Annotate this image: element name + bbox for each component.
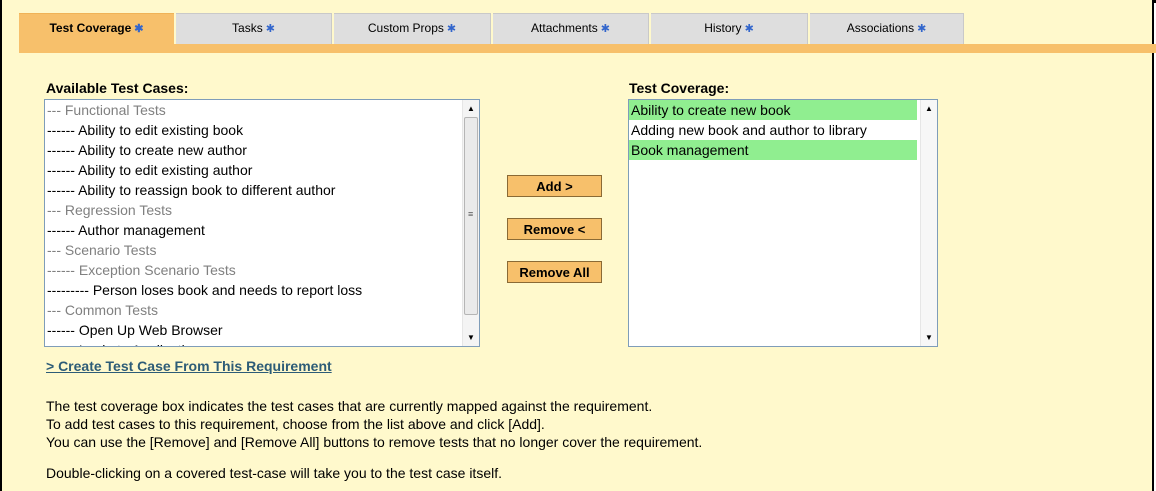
- scrollbar[interactable]: ▲ ▼: [920, 100, 937, 346]
- list-option[interactable]: Book management: [629, 140, 917, 160]
- available-options: --- Functional Tests ------ Ability to ed…: [45, 100, 479, 346]
- star-icon: ✱: [917, 23, 927, 35]
- list-option[interactable]: --------- Person loses book and needs to…: [45, 280, 479, 300]
- available-test-cases-list[interactable]: --- Functional Tests ------ Ability to ed…: [44, 99, 480, 347]
- scroll-up-arrow-icon[interactable]: ▲: [463, 100, 479, 117]
- star-icon: ✱: [134, 23, 144, 35]
- list-option[interactable]: ------ Ability to reassign book to diffe…: [45, 180, 479, 200]
- list-option[interactable]: ------ Ability to edit existing book: [45, 120, 479, 140]
- scroll-down-arrow-icon[interactable]: ▼: [463, 329, 479, 346]
- star-icon: ✱: [600, 23, 610, 35]
- list-option[interactable]: --- Functional Tests: [45, 100, 479, 120]
- tab-label: Test Coverage: [49, 21, 132, 35]
- list-option[interactable]: ------ Login to Application: [45, 340, 479, 346]
- tab-bar-underline: [19, 44, 1156, 53]
- scroll-up-arrow-icon[interactable]: ▲: [921, 100, 937, 117]
- tab-label: Custom Props: [367, 21, 444, 35]
- list-option[interactable]: --- Common Tests: [45, 300, 479, 320]
- tab-label: Associations: [846, 21, 915, 35]
- list-option[interactable]: ------ Exception Scenario Tests: [45, 260, 479, 280]
- tab-label: Tasks: [232, 21, 263, 35]
- list-option[interactable]: --- Scenario Tests: [45, 240, 479, 260]
- available-test-cases-label: Available Test Cases:: [46, 80, 189, 96]
- tab-test-coverage[interactable]: Test Coverage ✱: [19, 13, 174, 45]
- remove-all-button[interactable]: Remove All: [507, 261, 602, 283]
- tab-attachments[interactable]: Attachments ✱: [493, 13, 649, 45]
- requirement-details-panel: Test Coverage ✱ Tasks ✱ Custom Props ✱ Atta…: [0, 0, 1156, 491]
- star-icon: ✱: [265, 23, 275, 35]
- tab-label: History: [704, 21, 742, 35]
- tab-label: Attachments: [531, 21, 598, 35]
- star-icon: ✱: [446, 23, 457, 35]
- remove-button[interactable]: Remove <: [507, 218, 602, 240]
- list-option[interactable]: ------ Author management: [45, 220, 479, 240]
- help-text-line: You can use the [Remove] and [Remove All…: [46, 434, 703, 450]
- tab-tasks[interactable]: Tasks ✱: [176, 13, 332, 45]
- list-option[interactable]: ------ Open Up Web Browser: [45, 320, 479, 340]
- help-text-line: To add test cases to this requirement, c…: [46, 416, 545, 432]
- list-option[interactable]: Adding new book and author to library: [629, 120, 937, 140]
- create-test-case-link[interactable]: > Create Test Case From This Requirement: [46, 358, 332, 374]
- list-option[interactable]: ------ Ability to edit existing author: [45, 160, 479, 180]
- tab-custom-props[interactable]: Custom Props ✱: [334, 13, 491, 45]
- grip-icon: ≡: [468, 209, 474, 219]
- coverage-options: Ability to create new book Adding new boo…: [629, 100, 937, 160]
- scrollbar-thumb[interactable]: ≡: [464, 117, 478, 315]
- help-text-line: The test coverage box indicates the test…: [46, 398, 653, 414]
- list-option[interactable]: Ability to create new book: [629, 100, 917, 120]
- scrollbar[interactable]: ▲ ≡ ▼: [462, 100, 479, 346]
- tab-history[interactable]: History ✱: [651, 13, 808, 45]
- star-icon: ✱: [744, 23, 754, 35]
- tab-associations[interactable]: Associations ✱: [810, 13, 964, 45]
- list-option[interactable]: ------ Ability to create new author: [45, 140, 479, 160]
- add-button[interactable]: Add >: [507, 175, 602, 197]
- scroll-down-arrow-icon[interactable]: ▼: [921, 329, 937, 346]
- test-coverage-label: Test Coverage:: [629, 80, 730, 96]
- test-coverage-list[interactable]: Ability to create new book Adding new boo…: [628, 99, 938, 347]
- help-text-line: Double-clicking on a covered test-case w…: [46, 465, 502, 481]
- list-option[interactable]: --- Regression Tests: [45, 200, 479, 220]
